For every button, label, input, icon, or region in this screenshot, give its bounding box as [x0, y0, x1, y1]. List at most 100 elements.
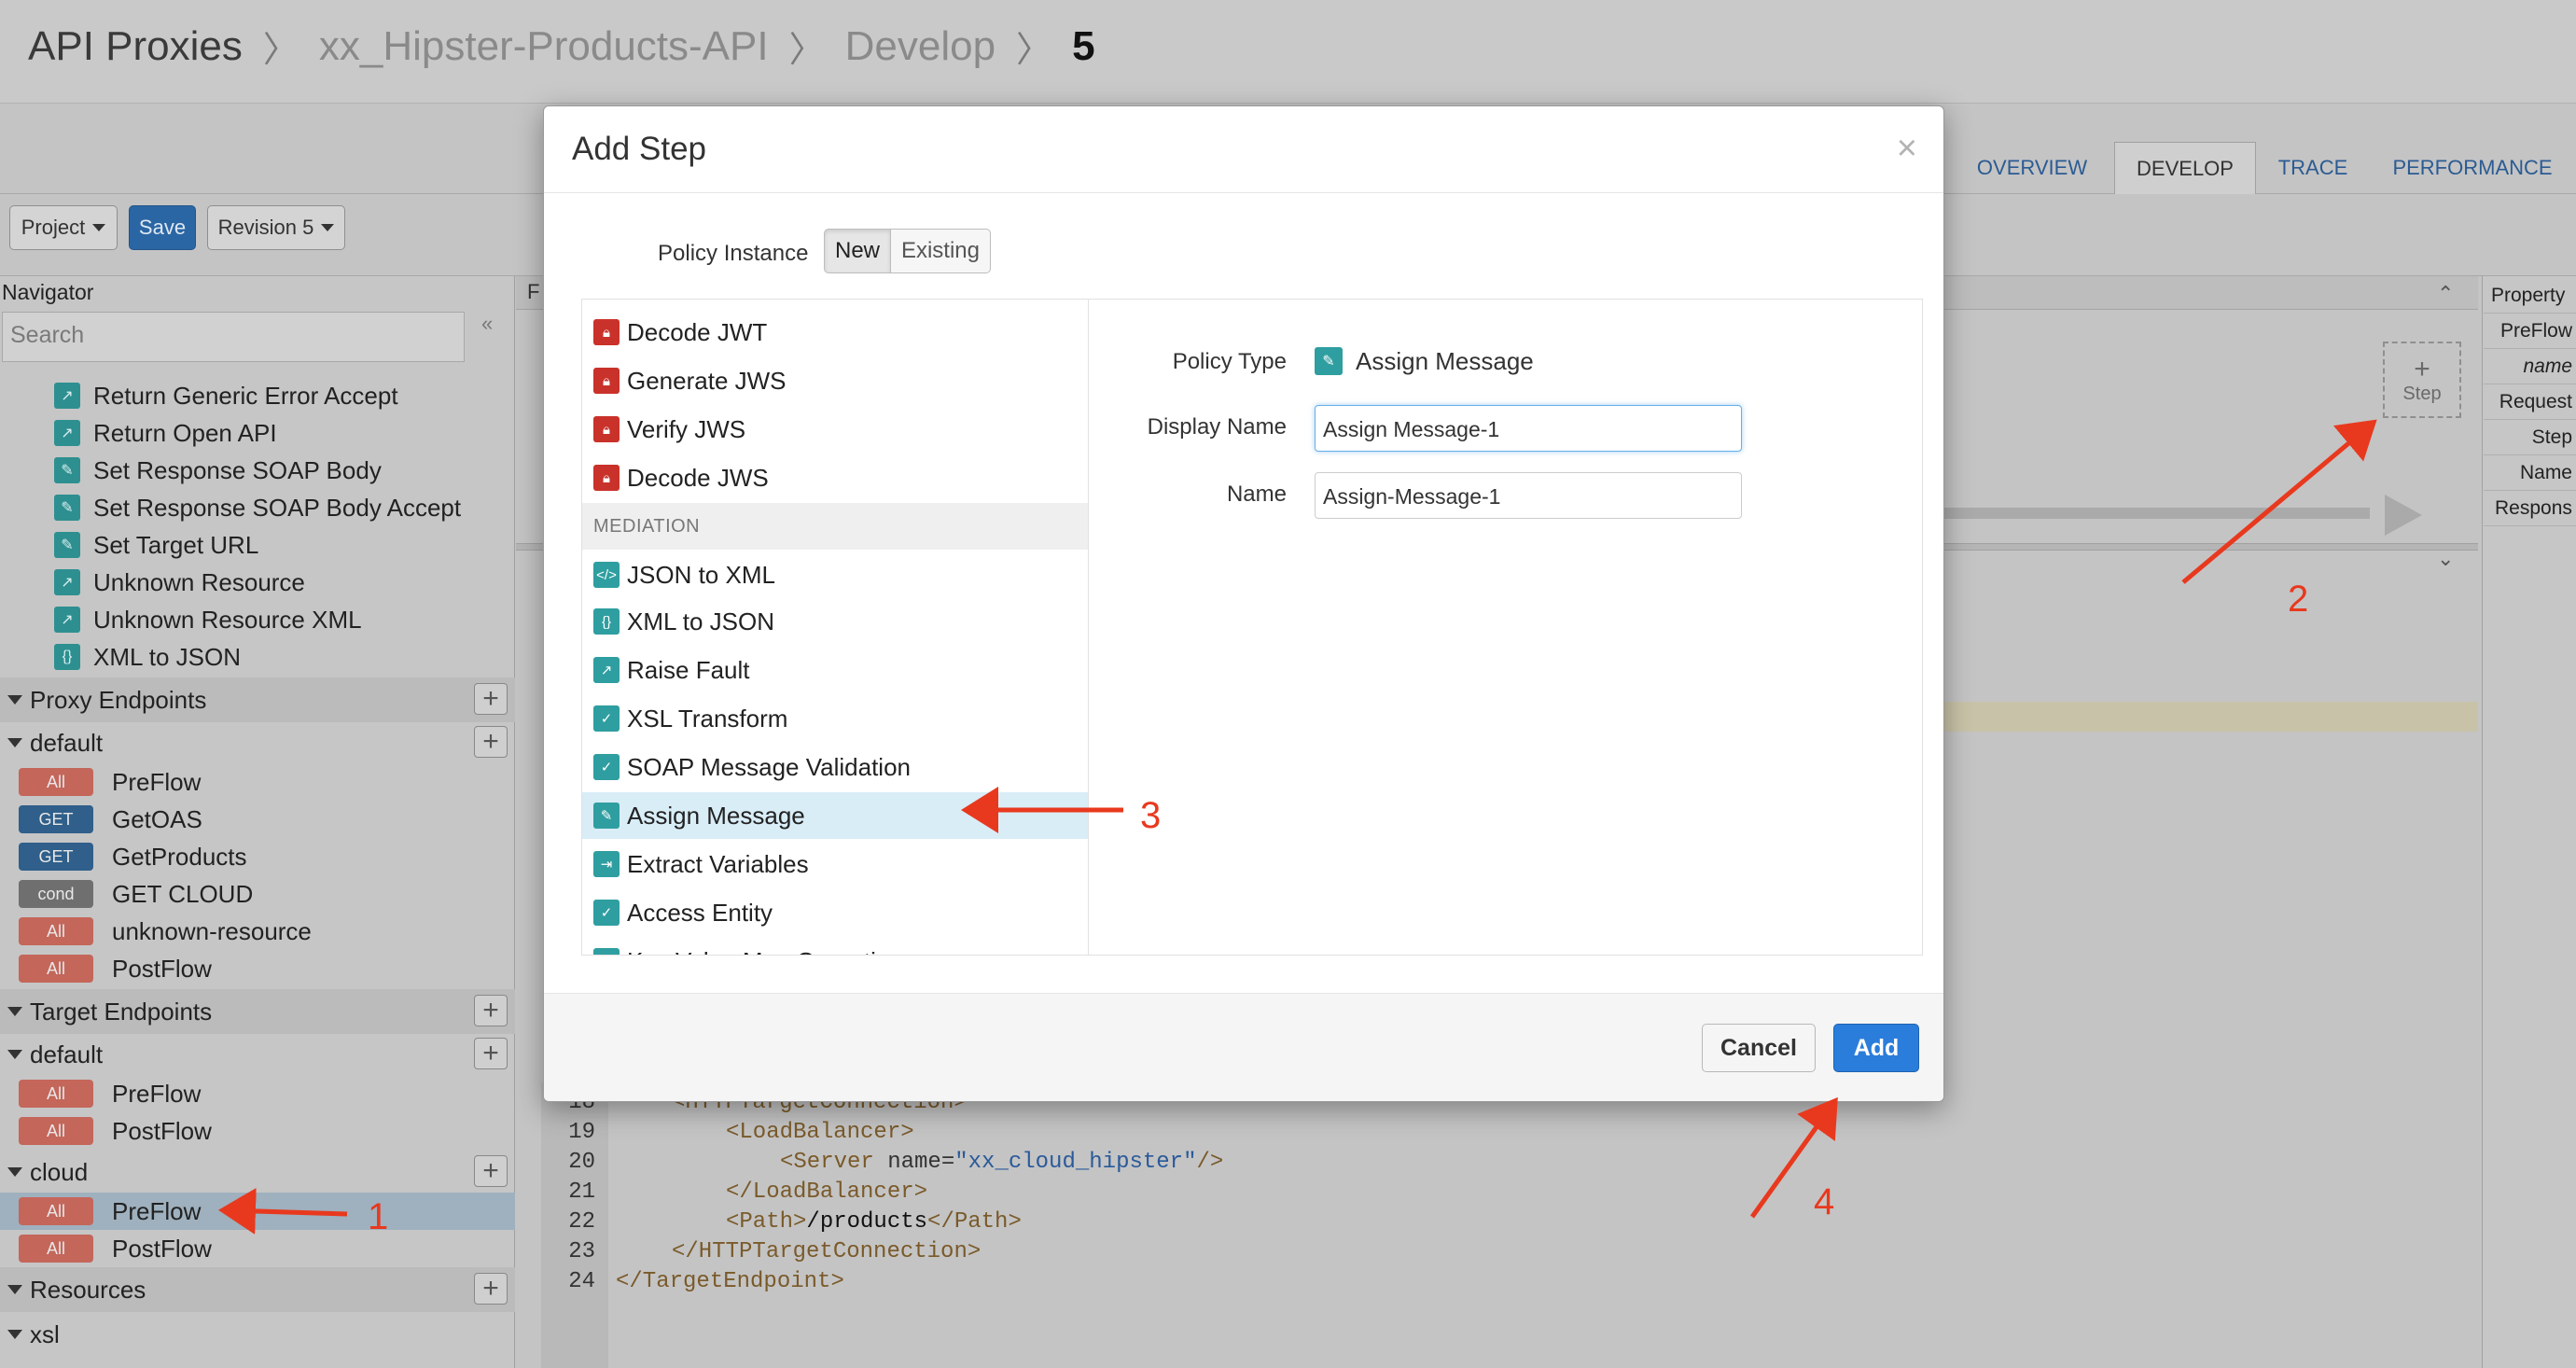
proxy-endpoints-section[interactable]: Proxy Endpoints +	[0, 677, 515, 722]
pencil-icon: ✎	[1315, 347, 1343, 375]
flow-item[interactable]: GET GetProducts	[0, 838, 515, 875]
flow-badge: All	[19, 768, 93, 796]
code-tag: <Server	[780, 1150, 888, 1175]
policy-option-soap-message-validation[interactable]: ✓ SOAP Message Validation	[582, 744, 1088, 790]
add-flow-button[interactable]: +	[474, 1155, 508, 1187]
flow-label: GetProducts	[112, 842, 247, 871]
pencil-icon: ✎	[54, 532, 80, 558]
policy-option-key-value-map[interactable]: ▤ Key Value Map Operations	[582, 938, 1088, 955]
policy-item[interactable]: ↗ Unknown Resource XML	[0, 601, 515, 638]
tab-overview[interactable]: OVERVIEW	[1957, 142, 2107, 194]
add-flow-button[interactable]: +	[474, 1038, 508, 1069]
property-row: Respons	[2484, 491, 2576, 526]
collapse-up-icon[interactable]: ⌃	[2437, 282, 2454, 306]
add-proxy-endpoint-button[interactable]: +	[474, 683, 508, 715]
policy-instance-existing-toggle[interactable]: Existing	[890, 229, 991, 273]
braces-icon: {}	[593, 608, 620, 635]
target-cloud-group[interactable]: cloud +	[0, 1153, 515, 1191]
tab-develop[interactable]: DEVELOP	[2114, 142, 2256, 194]
line-number: 19	[568, 1120, 595, 1145]
policy-item[interactable]: ✎ Set Target URL	[0, 526, 515, 564]
name-label: Name	[1226, 482, 1287, 507]
proxy-default-group[interactable]: default +	[0, 724, 515, 761]
expand-triangle-icon	[7, 1285, 22, 1294]
tab-performance[interactable]: PERFORMANCE	[2381, 142, 2564, 194]
policy-option-generate-jws[interactable]: 🔒︎ Generate JWS	[582, 357, 1088, 404]
expand-triangle-icon	[7, 695, 22, 705]
flow-item[interactable]: All PostFlow	[0, 1230, 515, 1267]
flow-item[interactable]: GET GetOAS	[0, 801, 515, 838]
property-row: Name	[2484, 455, 2576, 491]
policy-option-label: Access Entity	[627, 898, 773, 927]
cancel-button[interactable]: Cancel	[1702, 1024, 1816, 1072]
flow-label: PreFlow	[112, 1196, 202, 1225]
policy-option-json-to-xml[interactable]: </> JSON to XML	[582, 551, 1088, 598]
flow-item[interactable]: All PostFlow	[0, 950, 515, 987]
policy-icon: ↗	[54, 569, 80, 595]
navigator-search-input[interactable]: Search	[2, 312, 465, 362]
code-attr: name=	[887, 1150, 955, 1175]
policy-item[interactable]: {} XML to JSON	[0, 638, 515, 676]
policy-instance-new-toggle[interactable]: New	[824, 229, 891, 273]
policy-option-verify-jws[interactable]: 🔒︎ Verify JWS	[582, 406, 1088, 453]
save-button[interactable]: Save	[129, 205, 196, 250]
breadcrumb-develop[interactable]: Develop	[845, 23, 996, 70]
resources-section[interactable]: Resources +	[0, 1267, 515, 1312]
policy-option-extract-variables[interactable]: ⇥ Extract Variables	[582, 841, 1088, 887]
policy-option-decode-jwt[interactable]: 🔒︎ Decode JWT	[582, 309, 1088, 356]
project-dropdown[interactable]: Project	[9, 205, 118, 250]
flow-label: PreFlow	[112, 767, 202, 796]
policy-item[interactable]: ↗ Return Open API	[0, 414, 515, 452]
policy-form-panel	[1089, 299, 1923, 956]
flow-item[interactable]: All unknown-resource	[0, 913, 515, 950]
panel-initial: F	[527, 280, 540, 303]
add-resource-button[interactable]: +	[474, 1273, 508, 1305]
policy-option-assign-message[interactable]: ✎ Assign Message	[582, 792, 1088, 839]
target-endpoints-section[interactable]: Target Endpoints +	[0, 989, 515, 1034]
revision-dropdown[interactable]: Revision 5	[207, 205, 345, 250]
flow-item[interactable]: All PostFlow	[0, 1112, 515, 1150]
policy-option-decode-jws[interactable]: 🔒︎ Decode JWS	[582, 454, 1088, 501]
flow-item[interactable]: All PreFlow	[0, 1075, 515, 1112]
breadcrumb-proxy-name[interactable]: xx_Hipster-Products-API	[319, 23, 769, 70]
collapse-icon[interactable]: «	[481, 312, 493, 336]
policy-item[interactable]: ↗ Unknown Resource	[0, 564, 515, 601]
policy-type-list[interactable]: 🔒︎ Decode JWT 🔒︎ Generate JWS 🔒︎ Verify JWS…	[581, 299, 1089, 956]
flow-item[interactable]: cond GET CLOUD	[0, 875, 515, 913]
flow-item[interactable]: All PreFlow	[0, 763, 515, 801]
breadcrumb: API Proxies 〉 xx_Hipster-Products-API 〉 …	[28, 21, 1095, 72]
xsl-group[interactable]: xsl	[0, 1316, 515, 1353]
close-icon[interactable]: ×	[1897, 129, 1917, 169]
expand-triangle-icon	[7, 1050, 22, 1059]
display-name-input[interactable]: Assign Message-1	[1315, 405, 1742, 452]
add-step-button[interactable]: + Step	[2383, 342, 2461, 418]
transform-icon: ✓	[593, 705, 620, 732]
code-text: /products	[806, 1209, 928, 1235]
annotation-number-2: 2	[2288, 579, 2309, 620]
tab-trace[interactable]: TRACE	[2262, 142, 2364, 194]
policy-option-label: Extract Variables	[627, 849, 809, 878]
name-input[interactable]: Assign-Message-1	[1315, 472, 1742, 519]
add-target-endpoint-button[interactable]: +	[474, 995, 508, 1026]
flow-item-selected[interactable]: All PreFlow	[0, 1193, 515, 1230]
policy-option-access-entity[interactable]: ✓ Access Entity	[582, 889, 1088, 936]
add-flow-button[interactable]: +	[474, 726, 508, 758]
property-row: name	[2484, 349, 2576, 384]
collapse-down-icon[interactable]: ⌄	[2437, 547, 2454, 571]
policy-item[interactable]: ↗ Return Generic Error Accept	[0, 377, 515, 414]
add-button[interactable]: Add	[1833, 1024, 1919, 1072]
display-name-label: Display Name	[1147, 414, 1287, 440]
policy-label: Set Target URL	[93, 530, 259, 559]
policy-item[interactable]: ✎ Set Response SOAP Body	[0, 452, 515, 489]
policy-option-xml-to-json[interactable]: {} XML to JSON	[582, 598, 1088, 645]
flow-label: PostFlow	[112, 1234, 212, 1263]
policy-label: XML to JSON	[93, 642, 241, 671]
code-line: </TargetEndpoint>	[616, 1269, 844, 1294]
policy-item[interactable]: ✎ Set Response SOAP Body Accept	[0, 489, 515, 526]
page-header: API Proxies 〉 xx_Hipster-Products-API 〉 …	[0, 0, 2576, 103]
target-default-group[interactable]: default +	[0, 1036, 515, 1073]
policy-option-xsl-transform[interactable]: ✓ XSL Transform	[582, 695, 1088, 742]
policy-option-raise-fault[interactable]: ↗ Raise Fault	[582, 647, 1088, 693]
policy-option-label: Generate JWS	[627, 366, 787, 395]
breadcrumb-api-proxies[interactable]: API Proxies	[28, 23, 243, 70]
